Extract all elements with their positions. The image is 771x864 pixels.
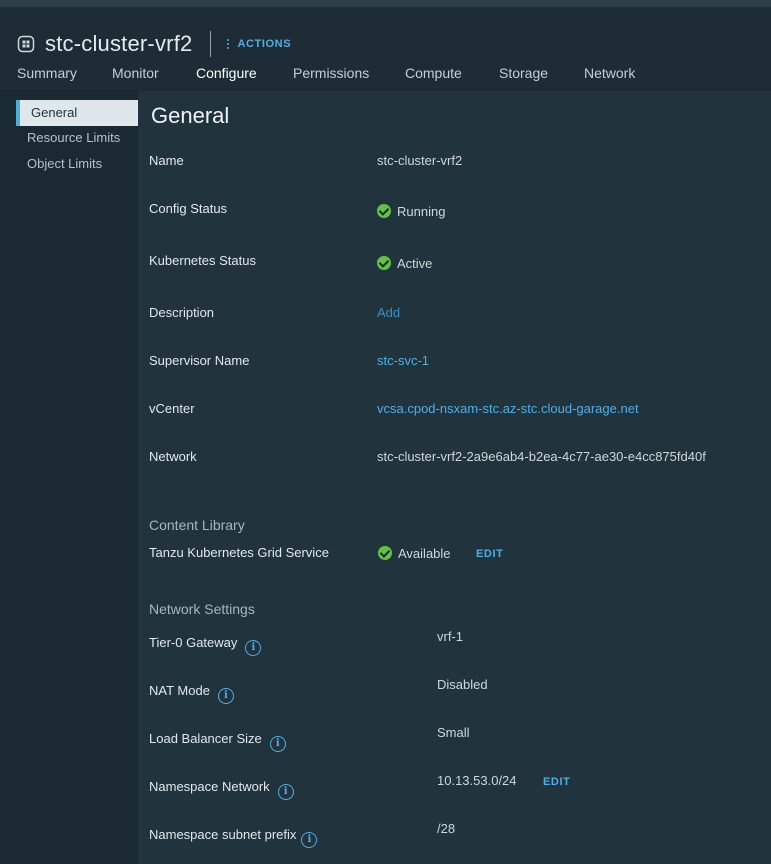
check-circle-icon (377, 256, 391, 270)
subnet-prefix-label-text: Namespace subnet prefix (149, 827, 297, 842)
sidebar-item-resource-limits[interactable]: Resource Limits (16, 125, 138, 151)
tier0-gateway-label: Tier-0 Gateway i (149, 635, 262, 656)
lb-size-label-text: Load Balancer Size (149, 731, 262, 746)
kebab-icon (227, 37, 230, 51)
page-title: stc-cluster-vrf2 (45, 31, 193, 56)
nat-mode-label-text: NAT Mode (149, 683, 210, 698)
vcenter-link[interactable]: vcsa.cpod-nsxam-stc.az-stc.cloud-garage.… (377, 401, 639, 416)
lb-size-value: Small (437, 725, 470, 740)
tkg-service-status: Available (378, 546, 451, 561)
config-status-value: Running (377, 204, 445, 219)
k8s-status-label: Kubernetes Status (149, 253, 256, 268)
network-label: Network (149, 449, 197, 464)
lb-size-label: Load Balancer Size i (149, 731, 286, 752)
network-settings-heading: Network Settings (149, 601, 255, 617)
subnet-prefix-value: /28 (437, 821, 456, 836)
name-value: stc-cluster-vrf2 (377, 153, 463, 168)
namespace-icon (17, 35, 35, 53)
content-library-edit-button[interactable]: EDIT (476, 548, 503, 560)
sidebar-item-object-limits[interactable]: Object Limits (16, 151, 138, 177)
tkg-service-label: Tanzu Kubernetes Grid Service (149, 545, 329, 560)
object-header: stc-cluster-vrf2 ACTIONS Summary Monitor… (0, 7, 771, 98)
title-row: stc-cluster-vrf2 ACTIONS (17, 29, 291, 59)
config-status-text: Running (397, 204, 446, 219)
nat-mode-value: Disabled (437, 677, 488, 692)
subnet-prefix-label: Namespace subnet prefix i (149, 827, 318, 848)
check-circle-icon (378, 546, 392, 560)
sidebar-item-general[interactable]: General (16, 100, 138, 126)
network-value: stc-cluster-vrf2-2a9e6ab4-b2ea-4c77-ae30… (377, 449, 706, 464)
info-icon[interactable]: i (217, 688, 234, 704)
description-label: Description (149, 305, 215, 320)
config-status-label: Config Status (149, 201, 228, 216)
add-description-link[interactable]: Add (377, 305, 400, 320)
info-icon[interactable]: i (301, 832, 318, 848)
content-library-heading: Content Library (149, 517, 245, 533)
title-divider (210, 31, 212, 57)
vcenter-label: vCenter (149, 401, 195, 416)
nat-mode-label: NAT Mode i (149, 683, 234, 704)
namespace-network-label: Namespace Network i (149, 779, 294, 800)
tkg-service-status-text: Available (398, 546, 451, 561)
supervisor-label: Supervisor Name (149, 353, 250, 368)
actions-button[interactable]: ACTIONS (227, 37, 291, 51)
actions-label: ACTIONS (237, 38, 292, 50)
namespace-network-label-text: Namespace Network (149, 779, 270, 794)
k8s-status-value: Active (377, 256, 432, 271)
info-icon[interactable]: i (245, 640, 262, 656)
namespace-network-edit-button[interactable]: EDIT (543, 776, 570, 788)
top-band (0, 0, 771, 7)
tier0-gateway-label-text: Tier-0 Gateway (149, 635, 238, 650)
section-heading: General (151, 103, 230, 128)
configure-sidebar: General Resource Limits Object Limits (0, 91, 138, 864)
namespace-network-value: 10.13.53.0/24 (437, 773, 517, 788)
name-label: Name (149, 153, 184, 168)
k8s-status-text: Active (397, 256, 433, 271)
supervisor-link[interactable]: stc-svc-1 (377, 353, 429, 368)
info-icon[interactable]: i (269, 736, 286, 752)
tier0-gateway-value: vrf-1 (437, 629, 463, 644)
info-icon[interactable]: i (277, 784, 294, 800)
check-circle-icon (377, 204, 391, 218)
